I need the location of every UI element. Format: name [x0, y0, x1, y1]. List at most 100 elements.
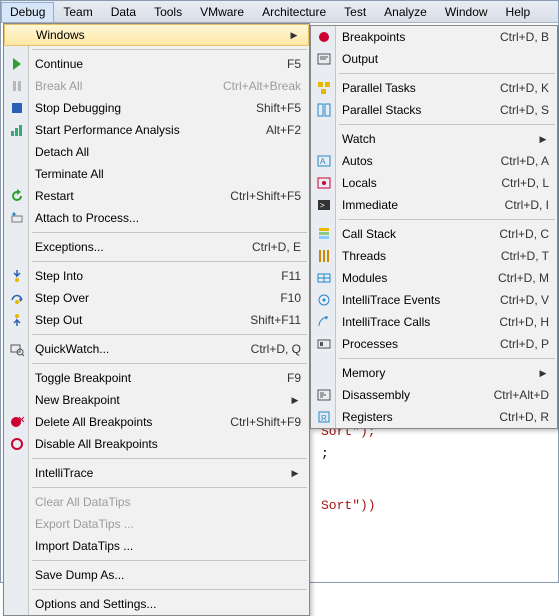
menu-separator	[32, 49, 307, 50]
menu-item-label: Parallel Stacks	[336, 103, 482, 117]
menu-item-exceptions[interactable]: Exceptions...Ctrl+D, E	[4, 236, 309, 258]
menu-item-import-datatips[interactable]: Import DataTips ...	[4, 535, 309, 557]
menu-item-label: Breakpoints	[336, 30, 482, 44]
debug-menu-popup: Windows▶ContinueF5Break AllCtrl+Alt+Brea…	[3, 23, 310, 616]
menubar-item-tools[interactable]: Tools	[145, 2, 191, 22]
menu-item-continue[interactable]: ContinueF5	[4, 53, 309, 75]
menu-item-immediate[interactable]: > ImmediateCtrl+D, I	[311, 194, 557, 216]
menubar: DebugTeamDataToolsVMwareArchitectureTest…	[1, 1, 558, 23]
menu-item-export-datatips: Export DataTips ...	[4, 513, 309, 535]
menu-item-memory[interactable]: Memory▶	[311, 362, 557, 384]
menu-item-shortcut: Ctrl+Shift+F5	[212, 189, 301, 203]
submenu-arrow-icon: ▶	[289, 468, 301, 479]
menu-item-locals[interactable]: LocalsCtrl+D, L	[311, 172, 557, 194]
menu-item-shortcut: Ctrl+D, E	[234, 240, 301, 254]
pause-icon	[4, 78, 29, 94]
menu-item-disassembly[interactable]: DisassemblyCtrl+Alt+D	[311, 384, 557, 406]
procs-icon	[311, 336, 336, 352]
menu-item-shortcut: Ctrl+Shift+F9	[212, 415, 301, 429]
menubar-item-debug[interactable]: Debug	[1, 2, 54, 22]
menu-item-attach-to-process[interactable]: Attach to Process...	[4, 207, 309, 229]
menu-item-toggle-breakpoint[interactable]: Toggle BreakpointF9	[4, 367, 309, 389]
menu-item-disable-all-breakpoints[interactable]: Disable All Breakpoints	[4, 433, 309, 455]
menu-item-options-and-settings[interactable]: Options and Settings...	[4, 593, 309, 615]
menu-separator	[32, 589, 307, 590]
menu-item-shortcut: Shift+F5	[238, 101, 301, 115]
menu-item-step-out[interactable]: Step OutShift+F11	[4, 309, 309, 331]
menu-separator	[339, 124, 555, 125]
code-background: Sort"); ; Sort"))	[321, 421, 376, 517]
menubar-item-help[interactable]: Help	[497, 2, 540, 22]
menubar-item-data[interactable]: Data	[102, 2, 145, 22]
menu-separator	[339, 219, 555, 220]
delbp-icon	[4, 414, 29, 430]
menu-item-label: New Breakpoint	[29, 393, 289, 407]
windows-submenu-popup: BreakpointsCtrl+D, BOutputParallel Tasks…	[310, 25, 558, 429]
menu-item-label: Attach to Process...	[29, 211, 301, 225]
menubar-item-analyze[interactable]: Analyze	[375, 2, 436, 22]
svg-text:>: >	[320, 201, 325, 210]
menubar-item-vmware[interactable]: VMware	[191, 2, 253, 22]
ptask-icon	[311, 80, 336, 96]
menu-item-label: Continue	[29, 57, 269, 71]
menu-item-shortcut: Ctrl+D, I	[487, 198, 549, 212]
menu-item-label: Restart	[29, 189, 212, 203]
stepover-icon	[4, 290, 29, 306]
menu-item-windows[interactable]: Windows▶	[4, 24, 309, 46]
menu-item-quickwatch[interactable]: QuickWatch...Ctrl+D, Q	[4, 338, 309, 360]
stepout-icon	[4, 312, 29, 328]
menu-item-intellitrace[interactable]: IntelliTrace▶	[4, 462, 309, 484]
menu-item-shortcut: Ctrl+D, M	[480, 271, 549, 285]
menu-item-label: Toggle Breakpoint	[29, 371, 269, 385]
menu-item-detach-all[interactable]: Detach All	[4, 141, 309, 163]
menubar-item-team[interactable]: Team	[54, 2, 101, 22]
menu-item-processes[interactable]: ProcessesCtrl+D, P	[311, 333, 557, 355]
submenu-arrow-icon: ▶	[537, 134, 549, 145]
menu-item-step-into[interactable]: Step IntoF11	[4, 265, 309, 287]
menu-item-terminate-all[interactable]: Terminate All	[4, 163, 309, 185]
menu-item-label: Stop Debugging	[29, 101, 238, 115]
menu-item-parallel-tasks[interactable]: Parallel TasksCtrl+D, K	[311, 77, 557, 99]
menu-item-label: Import DataTips ...	[29, 539, 301, 553]
menu-item-shortcut: Shift+F11	[232, 313, 301, 327]
bp-icon	[311, 29, 336, 45]
menu-item-shortcut: Ctrl+D, B	[482, 30, 549, 44]
menu-item-stop-debugging[interactable]: Stop DebuggingShift+F5	[4, 97, 309, 119]
menubar-item-architecture[interactable]: Architecture	[253, 2, 335, 22]
menu-item-delete-all-breakpoints[interactable]: Delete All BreakpointsCtrl+Shift+F9	[4, 411, 309, 433]
menu-item-shortcut: F10	[262, 291, 301, 305]
menu-item-label: Detach All	[29, 145, 301, 159]
menu-item-registers[interactable]: RRegistersCtrl+D, R	[311, 406, 557, 428]
menu-item-label: Exceptions...	[29, 240, 234, 254]
modules-icon	[311, 270, 336, 286]
menu-item-shortcut: Ctrl+D, V	[482, 293, 549, 307]
menu-item-restart[interactable]: RestartCtrl+Shift+F5	[4, 185, 309, 207]
submenu-arrow-icon: ▶	[289, 395, 301, 406]
menu-item-output[interactable]: Output	[311, 48, 557, 70]
menu-separator	[32, 363, 307, 364]
threads-icon	[311, 248, 336, 264]
menu-item-step-over[interactable]: Step OverF10	[4, 287, 309, 309]
menu-item-shortcut: Ctrl+Alt+Break	[205, 79, 301, 93]
menu-item-start-performance-analysis[interactable]: Start Performance AnalysisAlt+F2	[4, 119, 309, 141]
menu-item-intellitrace-events[interactable]: IntelliTrace EventsCtrl+D, V	[311, 289, 557, 311]
menubar-item-window[interactable]: Window	[436, 2, 497, 22]
menu-item-label: Export DataTips ...	[29, 517, 301, 531]
menu-item-threads[interactable]: ThreadsCtrl+D, T	[311, 245, 557, 267]
menu-item-shortcut: Ctrl+D, A	[483, 154, 549, 168]
menu-item-autos[interactable]: AAutosCtrl+D, A	[311, 150, 557, 172]
menu-item-breakpoints[interactable]: BreakpointsCtrl+D, B	[311, 26, 557, 48]
menu-item-label: Options and Settings...	[29, 597, 301, 611]
menu-item-new-breakpoint[interactable]: New Breakpoint▶	[4, 389, 309, 411]
menu-item-label: Immediate	[336, 198, 487, 212]
menu-item-intellitrace-calls[interactable]: IntelliTrace CallsCtrl+D, H	[311, 311, 557, 333]
menu-item-label: Locals	[336, 176, 483, 190]
menu-item-call-stack[interactable]: Call StackCtrl+D, C	[311, 223, 557, 245]
menu-item-shortcut: Ctrl+D, H	[481, 315, 549, 329]
menu-item-watch[interactable]: Watch▶	[311, 128, 557, 150]
menu-item-modules[interactable]: ModulesCtrl+D, M	[311, 267, 557, 289]
menu-item-label: Modules	[336, 271, 480, 285]
pstack-icon	[311, 102, 336, 118]
menu-item-parallel-stacks[interactable]: Parallel StacksCtrl+D, S	[311, 99, 557, 121]
menubar-item-test[interactable]: Test	[335, 2, 375, 22]
